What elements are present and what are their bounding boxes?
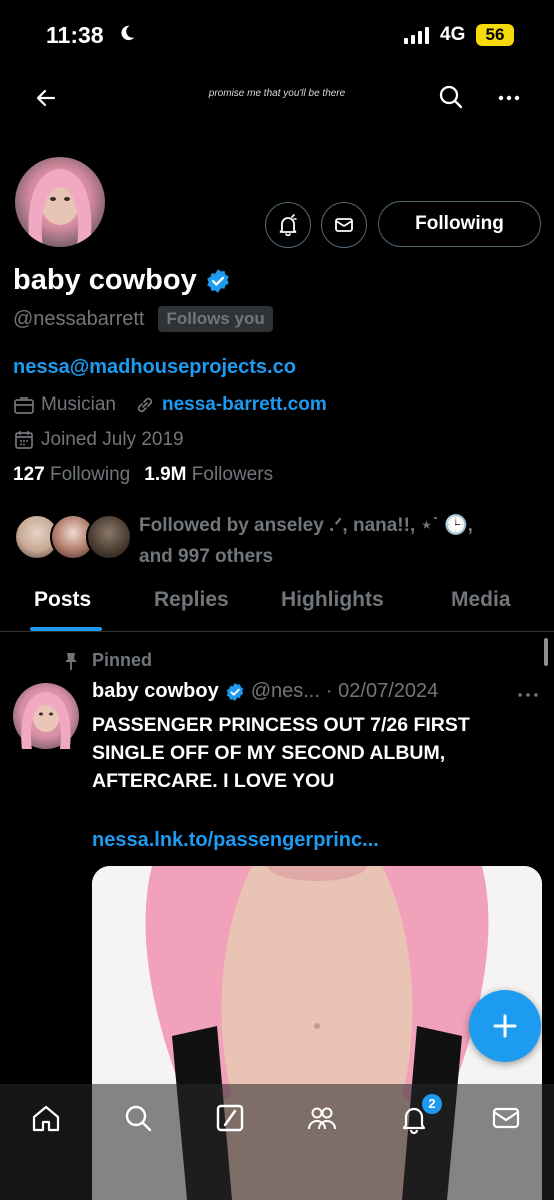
display-name: baby cowboy (13, 264, 197, 296)
verified-badge-icon (206, 268, 229, 293)
search-icon[interactable] (122, 1102, 154, 1134)
post-text: PASSENGER PRINCESS OUT 7/26 FIRST SINGLE… (92, 714, 470, 792)
communities-icon[interactable] (306, 1102, 338, 1134)
follows-you-badge: Follows you (158, 306, 273, 332)
followed-by-avatars[interactable] (14, 514, 132, 564)
followed-by-text[interactable]: Followed by anseley .ᐟ, nana!!, ⋆˙ 🕒, an… (139, 510, 539, 572)
bio-email-link[interactable]: nessa@madhouseprojects.co (13, 356, 296, 379)
post-more-icon[interactable] (516, 686, 540, 704)
post-author-name[interactable]: baby cowboy (92, 680, 219, 703)
tab-replies[interactable]: Replies (154, 588, 229, 612)
profile-tabs: Posts Replies Highlights Media (0, 582, 554, 632)
profile-handle: @nessabarrett (13, 307, 145, 330)
followers-count: 1.9M (144, 464, 187, 485)
battery-icon: 56 (476, 24, 514, 46)
profile-meta: Musician nessa-barrett.com (13, 394, 327, 416)
website-link[interactable]: nessa-barrett.com (162, 394, 327, 416)
tab-posts[interactable]: Posts (34, 588, 91, 612)
status-bar: 11:38 4G 56 (0, 0, 554, 72)
followed-by-line2: and 997 others (139, 546, 274, 567)
pin-icon (65, 652, 77, 670)
search-icon[interactable] (438, 84, 464, 110)
more-options-icon[interactable] (496, 88, 522, 108)
verified-badge-icon (226, 682, 243, 701)
profile-avatar[interactable] (12, 154, 108, 250)
network-label: 4G (440, 24, 466, 45)
post-header: baby cowboy @nes... · 02/07/2024 (92, 680, 438, 703)
plus-icon (493, 1014, 517, 1038)
status-time: 11:38 (46, 22, 104, 48)
messages-icon[interactable] (490, 1102, 522, 1134)
scrollbar[interactable] (544, 638, 548, 666)
post-link[interactable]: nessa.lnk.to/passengerprinc... (92, 829, 379, 852)
followers-label: Followers (191, 464, 274, 485)
compose-post-button[interactable] (469, 990, 541, 1062)
notification-badge: 2 (422, 1094, 442, 1114)
tab-highlights[interactable]: Highlights (281, 588, 384, 612)
pinned-label: Pinned (92, 650, 153, 670)
moon-icon (121, 25, 135, 41)
grok-icon[interactable] (214, 1102, 246, 1134)
briefcase-icon (14, 397, 34, 414)
tab-media[interactable]: Media (451, 588, 511, 612)
active-tab-indicator (30, 627, 102, 631)
pinned-label-row: Pinned (62, 650, 152, 671)
profile-header: promise me that you'll be there (0, 80, 554, 114)
signal-icon (404, 27, 429, 44)
handle-row: @nessabarrett Follows you (13, 306, 273, 332)
calendar-icon (15, 431, 33, 449)
joined-date: Joined July 2019 (41, 429, 184, 450)
follow-counts: 127 Following 1.9M Followers (13, 464, 273, 486)
following-count: 127 (13, 464, 45, 485)
joined-row: Joined July 2019 (13, 429, 184, 451)
link-icon (137, 397, 153, 413)
post-author-handle[interactable]: @nes... (251, 680, 320, 703)
bottom-navigation (0, 1084, 554, 1200)
following-count-link[interactable]: 127 Following (13, 464, 130, 486)
post-author-avatar[interactable] (13, 683, 79, 749)
profile-category: Musician (41, 394, 116, 415)
mail-icon (335, 218, 353, 232)
followers-count-link[interactable]: 1.9M Followers (144, 464, 273, 486)
message-button[interactable] (321, 202, 367, 248)
profile-name-row: baby cowboy (13, 264, 231, 297)
header-title: promise me that you'll be there (208, 88, 346, 99)
notification-bell-button[interactable] (265, 202, 311, 248)
bell-icon (279, 214, 297, 236)
following-button[interactable]: Following (378, 201, 541, 247)
avatar (86, 514, 132, 560)
following-label: Following (49, 464, 131, 485)
home-icon[interactable] (30, 1102, 62, 1134)
post-date[interactable]: · 02/07/2024 (326, 680, 438, 703)
followed-by-line1: Followed by anseley .ᐟ, nana!!, ⋆˙ 🕒, (139, 515, 473, 536)
